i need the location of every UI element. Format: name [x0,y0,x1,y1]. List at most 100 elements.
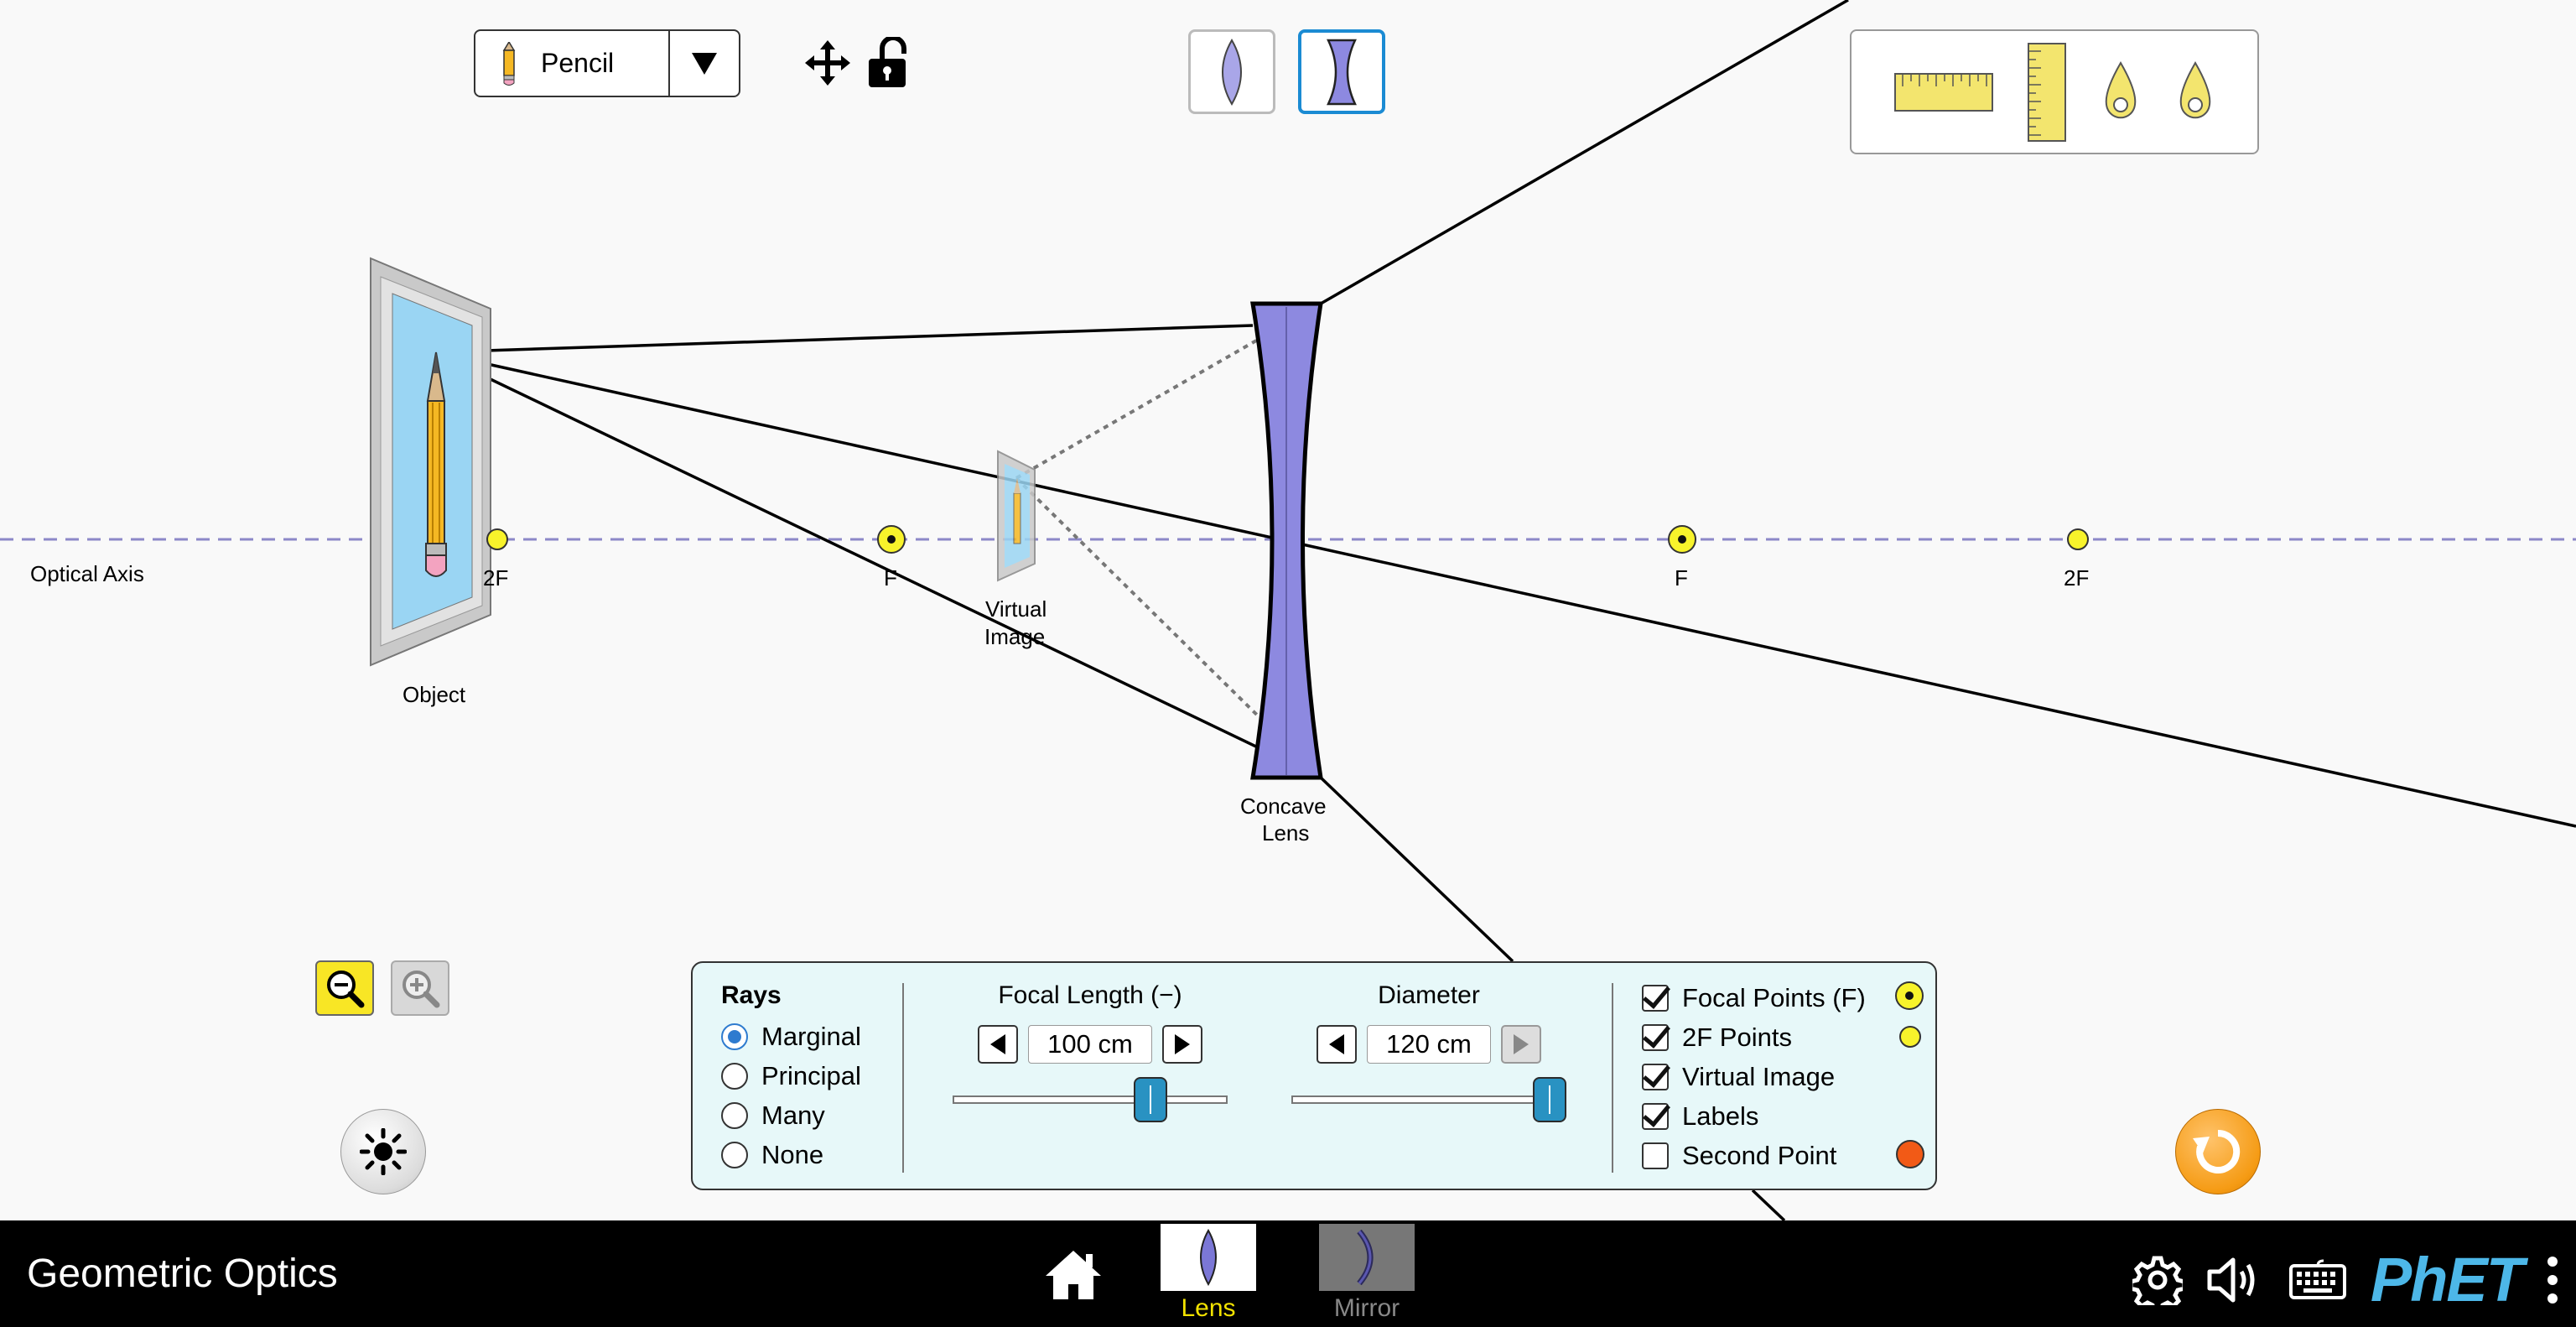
rays-option-label: Principal [761,1060,861,1090]
virtual-image-label-1: Virtual [985,596,1046,622]
lens-screen-icon [1161,1224,1256,1291]
2f-point-legend-icon [1899,1026,1921,1048]
triangle-left-icon [990,1034,1005,1054]
labels-checkbox-row[interactable]: Labels [1642,1096,1866,1136]
lens-label-1: Concave [1240,794,1327,819]
panel-divider [902,983,904,1173]
rays-option-none[interactable]: None [721,1135,861,1174]
focal-point-legend-icon [1895,981,1924,1010]
checkbox[interactable] [1642,1023,1669,1051]
diameter-title: Diameter [1378,981,1480,1009]
mirror-screen-label: Mirror [1333,1294,1400,1322]
focal-length-value: 100 cm [1028,1025,1152,1064]
diameter-decrement-button[interactable] [1317,1025,1357,1064]
focal-length-increment-button[interactable] [1162,1025,1202,1064]
concave-lens-button[interactable] [1298,29,1385,114]
panel-divider [1612,983,1613,1173]
checkbox[interactable] [1642,1102,1669,1130]
object-selector-label: Pencil [541,48,615,78]
optical-axis-label: Optical Axis [30,561,144,586]
vertical-ruler-icon[interactable] [2027,42,2066,142]
control-panel: Rays Marginal Principal Many None Focal … [691,961,1937,1190]
rays-option-principal[interactable]: Principal [721,1056,861,1095]
slider-thumb[interactable] [1533,1077,1566,1122]
home-icon[interactable] [1044,1249,1103,1301]
focal-length-title: Focal Length (−) [998,981,1182,1009]
zoom-in-button[interactable] [391,960,449,1016]
reset-all-button[interactable] [2175,1109,2261,1194]
second-point-legend-icon [1896,1140,1924,1168]
visibility-checkboxes: Focal Points (F) 2F Points Virtual Image… [1642,978,1866,1175]
left-2f-point [486,528,508,550]
convex-lens-icon [1222,38,1242,106]
focal-length-control: Focal Length (−) 100 cm [948,981,1233,1124]
radio-button[interactable] [721,1101,748,1129]
gear-icon[interactable] [2132,1255,2183,1305]
rays-option-label: None [761,1139,824,1169]
convex-lens-icon [1200,1229,1217,1286]
object-selector-dropdown-button[interactable] [668,31,739,96]
checkbox[interactable] [1642,1142,1669,1169]
radio-button[interactable] [721,1023,748,1050]
object-selector-main[interactable]: Pencil [475,31,668,96]
right-2f-label: 2F [2064,565,2089,591]
keyboard-icon[interactable] [2288,1259,2347,1301]
zoom-out-button[interactable] [315,960,374,1016]
diameter-value: 120 cm [1367,1025,1491,1064]
checkbox-label: Labels [1682,1101,1759,1131]
checkbox-label: Focal Points (F) [1682,982,1866,1012]
horizontal-ruler-icon[interactable] [1893,72,1993,112]
second-point-checkbox-row[interactable]: Second Point [1642,1136,1866,1175]
pencil-icon [502,41,516,86]
object-pencil[interactable] [370,257,491,667]
speaker-icon[interactable] [2206,1255,2265,1305]
diameter-increment-button[interactable] [1501,1025,1541,1064]
checkbox[interactable] [1642,1063,1669,1090]
concave-lens-icon [1327,39,1357,105]
move-arrows-icon[interactable] [805,40,850,86]
radio-button[interactable] [721,1141,748,1168]
reset-icon [2193,1129,2241,1173]
position-marker-icon[interactable] [2101,60,2141,123]
rays-option-marginal[interactable]: Marginal [721,1017,861,1056]
rays-option-label: Marginal [761,1021,861,1051]
virtual-image-checkbox-row[interactable]: Virtual Image [1642,1057,1866,1096]
mirror-screen-icon [1319,1224,1415,1291]
lens-screen-button[interactable]: Lens [1159,1224,1258,1323]
focal-points-checkbox-row[interactable]: Focal Points (F) [1642,978,1866,1017]
right-2f-point [2067,528,2089,550]
right-focal-point [1668,525,1696,554]
checkbox-label: Virtual Image [1682,1061,1836,1091]
zoom-in-icon [402,971,440,1008]
focal-length-decrement-button[interactable] [978,1025,1018,1064]
checkbox-label: 2F Points [1682,1022,1792,1052]
unlock-icon[interactable] [865,37,911,89]
left-f-label: F [884,565,897,591]
left-focal-point [877,525,906,554]
triangle-right-icon [1175,1034,1190,1054]
object-selector[interactable]: Pencil [474,29,740,97]
rays-group: Rays Marginal Principal Many None [721,981,861,1174]
checkbox[interactable] [1642,984,1669,1012]
diameter-slider[interactable] [1286,1074,1571,1124]
focal-length-slider[interactable] [948,1074,1233,1124]
lens-label-2: Lens [1262,820,1309,846]
lens-screen-label: Lens [1181,1294,1236,1322]
slider-track [1291,1095,1566,1104]
rays-title: Rays [721,981,782,1009]
diameter-control: Diameter 120 cm [1286,981,1571,1124]
kebab-menu-icon[interactable] [2546,1255,2559,1305]
phet-logo[interactable]: PhET [2371,1244,2524,1315]
rays-option-many[interactable]: Many [721,1095,861,1135]
triangle-left-icon [1329,1034,1344,1054]
position-marker-2-icon[interactable] [2175,60,2215,123]
radio-button[interactable] [721,1062,748,1090]
mirror-screen-button[interactable]: Mirror [1317,1224,1416,1323]
convex-lens-button[interactable] [1188,29,1275,114]
sun-icon [360,1128,407,1175]
navigation-bar: Geometric Optics Lens Mirror PhET [0,1220,2576,1327]
zoom-out-icon [327,971,365,1008]
2f-points-checkbox-row[interactable]: 2F Points [1642,1017,1866,1057]
slider-thumb[interactable] [1134,1077,1167,1122]
light-toggle-button[interactable] [340,1109,426,1194]
